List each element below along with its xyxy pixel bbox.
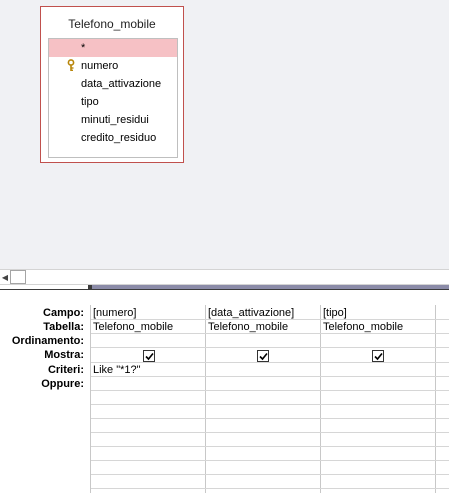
cell-tabella-data-attivazione[interactable]: Telefono_mobile	[208, 320, 288, 334]
row-label-oppure: Oppure:	[41, 378, 84, 390]
grid-row-line	[91, 347, 449, 348]
cell-campo-tipo[interactable]: [tipo]	[323, 306, 347, 320]
show-checkbox-tipo[interactable]	[372, 350, 384, 362]
table-title[interactable]: Telefono_mobile	[41, 7, 183, 39]
checkmark-icon	[374, 352, 383, 361]
field-label: tipo	[81, 96, 99, 108]
key-icon	[67, 59, 75, 72]
query-design-grid: Campo: Tabella: Ordinamento: Mostra: Cri…	[0, 285, 449, 493]
cell-campo-numero[interactable]: [numero]	[93, 306, 136, 320]
row-label-mostra: Mostra:	[44, 349, 84, 361]
show-checkbox-numero[interactable]	[143, 350, 155, 362]
show-checkbox-data-attivazione[interactable]	[257, 350, 269, 362]
grid-row-line	[91, 432, 449, 433]
table-field-list-window[interactable]: Telefono_mobile * numero data_attivazion…	[40, 6, 184, 163]
field-label: *	[81, 42, 86, 54]
grid-row-line	[91, 460, 449, 461]
grid-row-line	[91, 446, 449, 447]
grid-row-line	[91, 474, 449, 475]
horizontal-scrollbar[interactable]: ◀	[0, 269, 449, 285]
field-item-tipo[interactable]: tipo	[49, 93, 177, 111]
field-item-credito-residuo[interactable]: credito_residuo	[49, 129, 177, 147]
field-item-numero[interactable]: numero	[49, 57, 177, 75]
field-item-data-attivazione[interactable]: data_attivazione	[49, 75, 177, 93]
field-item-all[interactable]: *	[49, 39, 177, 57]
scroll-left-arrow-icon[interactable]: ◀	[0, 271, 10, 284]
grid-row-line	[91, 404, 449, 405]
field-label: minuti_residui	[81, 114, 149, 126]
row-label-criteri: Criteri:	[47, 364, 84, 376]
grid-divider	[0, 289, 449, 290]
grid-row-line	[91, 390, 449, 391]
field-list[interactable]: * numero data_attivazione tipo minuti_re…	[48, 38, 178, 158]
checkmark-icon	[145, 352, 154, 361]
cell-campo-data-attivazione[interactable]: [data_attivazione]	[208, 306, 294, 320]
cell-tabella-numero[interactable]: Telefono_mobile	[93, 320, 173, 334]
grid-row-line	[91, 376, 449, 377]
cell-tabella-tipo[interactable]: Telefono_mobile	[323, 320, 403, 334]
field-label: data_attivazione	[81, 78, 162, 90]
field-label: numero	[81, 60, 119, 72]
grid-row-line	[91, 488, 449, 489]
scroll-thumb[interactable]	[10, 270, 26, 284]
field-label: credito_residuo	[81, 132, 157, 144]
row-label-ordinamento: Ordinamento:	[11, 335, 84, 347]
row-label-campo: Campo:	[43, 307, 84, 319]
checkmark-icon	[259, 352, 268, 361]
row-label-tabella: Tabella:	[43, 321, 84, 333]
grid-row-line	[91, 418, 449, 419]
cell-criteri-numero[interactable]: Like "*1?"	[93, 363, 141, 377]
field-item-minuti-residui[interactable]: minuti_residui	[49, 111, 177, 129]
grid-row-line	[91, 362, 449, 363]
query-design-area: Telefono_mobile * numero data_attivazion…	[0, 0, 449, 269]
